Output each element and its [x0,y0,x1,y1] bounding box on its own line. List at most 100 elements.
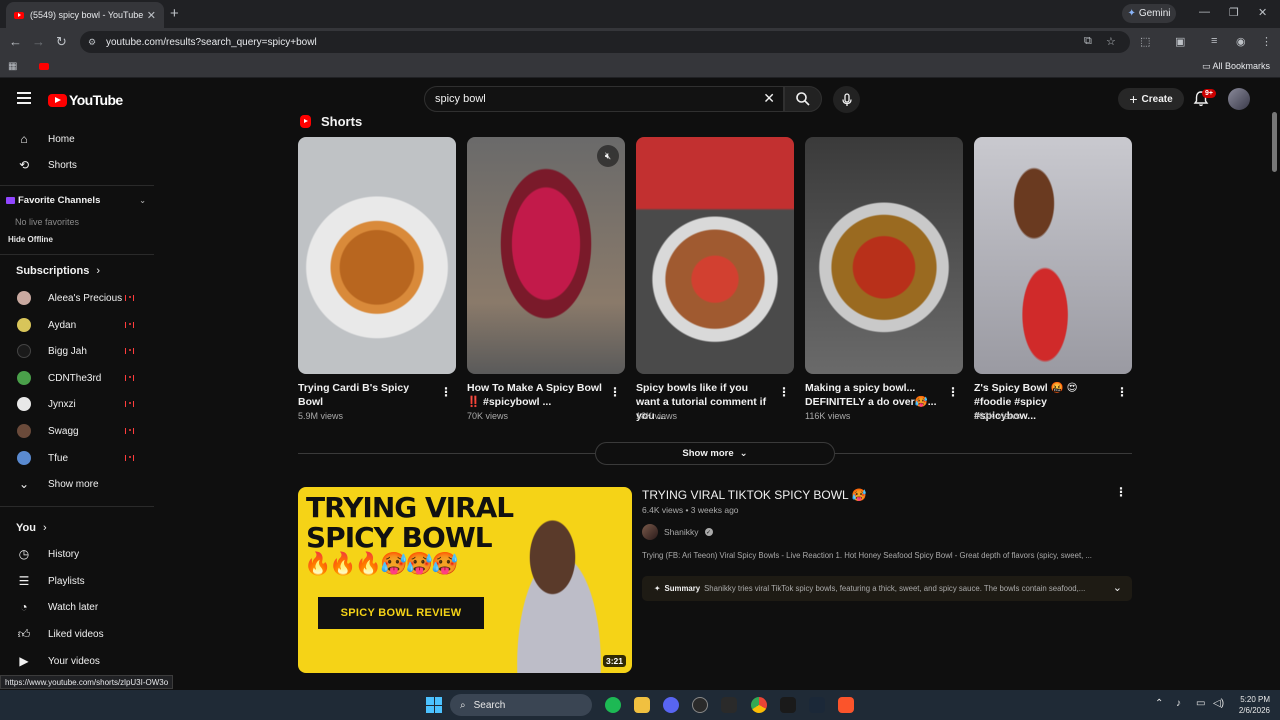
more-options-icon[interactable]: ⋮ [1116,385,1128,399]
subscriptions-heading[interactable]: Subscriptions › [16,265,100,277]
taskbar-clock[interactable]: 5:20 PM 2/6/2026 [1228,694,1270,716]
taskbar-search[interactable]: ⌕ Search [450,694,592,716]
tray-chevron-icon[interactable]: ⌃ [1155,698,1163,709]
more-options-icon[interactable]: ⋮ [440,385,452,399]
scrollbar[interactable] [1270,98,1278,690]
sidebar-item-your-videos[interactable]: ▶ Your videos [0,648,154,674]
mute-button[interactable]: 🔇︎ [597,145,619,167]
gemini-button[interactable]: ✦ Gemini [1122,4,1176,23]
voice-search-button[interactable] [833,86,860,113]
shorts-show-more-button[interactable]: Show more ⌄ [595,442,835,465]
chrome-icon[interactable] [751,697,767,713]
browser-tab[interactable]: (5549) spicy bowl - YouTube ✕ [6,2,164,28]
file-explorer-icon[interactable] [634,697,650,713]
short-title[interactable]: Making a spicy bowl... DEFINITELY a do o… [805,381,941,409]
verified-icon: ✓ [704,528,713,536]
sidebar-item-playlists[interactable]: ☰ Playlists [0,568,154,594]
account-avatar[interactable] [1228,88,1250,110]
short-thumbnail[interactable] [974,137,1132,374]
discord-icon[interactable] [663,697,679,713]
short-title[interactable]: How To Make A Spicy Bowl ‼️ #spicybowl .… [467,381,603,409]
favorite-channels-header[interactable]: Favorite Channels ⌄ [6,195,146,206]
steam-icon[interactable] [809,697,825,713]
sidebar-item-subscription[interactable]: Aydan [0,312,154,338]
profile-icon[interactable]: ◉ [1236,35,1246,48]
you-heading[interactable]: You › [16,522,47,534]
app-icon[interactable] [692,697,708,713]
minimize-icon[interactable]: — [1199,6,1210,18]
forward-icon[interactable]: → [32,34,45,49]
close-tab-icon[interactable]: ✕ [147,9,156,22]
sidebar-item-home[interactable]: ⌂ Home [0,126,154,152]
install-icon[interactable]: ⧉ [1084,35,1092,48]
short-card[interactable]: Making a spicy bowl... DEFINITELY a do o… [805,137,963,421]
app-icon[interactable] [780,697,796,713]
sidebar-item-shorts[interactable]: ⟲ Shorts [0,152,154,178]
clear-search-icon[interactable]: ✕ [763,90,775,107]
more-options-icon[interactable]: ⋮ [778,385,790,399]
sidebar-item-subscription[interactable]: Aleea's Precious ... [0,285,154,311]
sidebar-item-watch-later[interactable]: ◔ Watch later [0,594,154,620]
channel-avatar[interactable] [642,524,658,540]
youtube-logo[interactable]: YouTube [48,92,123,108]
search-button[interactable] [784,86,822,112]
video-thumbnail[interactable]: TRYING VIRAL SPICY BOWL 🔥🔥🔥🥵🥵🥵 SPICY BOW… [298,487,632,673]
short-thumbnail[interactable]: 🔇︎ [467,137,625,374]
chrome-menu-icon[interactable]: ⋮ [1261,35,1272,48]
new-tab-button[interactable]: + [170,5,179,22]
short-title[interactable]: Trying Cardi B's Spicy Bowl [298,381,434,409]
back-icon[interactable]: ← [9,34,22,49]
extensions-icon[interactable]: ⬚ [1140,35,1150,48]
sidebar-item-subscription[interactable]: Bigg Jah [0,338,154,364]
bookmark-star-icon[interactable]: ☆ [1106,35,1116,48]
epic-games-icon[interactable] [721,697,737,713]
network-icon[interactable]: ▭ [1196,698,1205,709]
short-card[interactable]: Spicy bowls like if you want a tutorial … [636,137,794,422]
youtube-bookmark-icon[interactable] [39,63,49,70]
more-options-icon[interactable]: ⋮ [947,385,959,399]
sidebar-item-subscription[interactable]: CDNThe3rd [0,365,154,391]
brave-icon[interactable] [838,697,854,713]
close-window-icon[interactable]: ✕ [1258,6,1267,19]
url-text: youtube.com/results?search_query=spicy+b… [106,36,317,48]
menu-icon[interactable] [17,92,31,104]
short-card[interactable]: Z's Spicy Bowl 🤬 😍 #foodie #spicy #spicy… [974,137,1132,422]
tray-app-icon[interactable]: ♪ [1176,698,1181,709]
browser-toolbar: ← → ↻ ⚙ youtube.com/results?search_query… [0,28,1280,56]
short-card[interactable]: Trying Cardi B's Spicy Bowl 5.9M views ⋮ [298,137,456,421]
restore-icon[interactable]: ❐ [1229,6,1239,19]
all-bookmarks-button[interactable]: ▭ All Bookmarks [1202,61,1270,72]
short-thumbnail[interactable] [636,137,794,374]
chevron-down-icon[interactable]: ⌄ [1113,581,1122,594]
media-icon[interactable]: ≡ [1211,35,1217,47]
channel-link[interactable]: Shanikky ✓ [642,524,713,540]
reload-icon[interactable]: ↻ [56,34,67,50]
video-title[interactable]: TRYING VIRAL TIKTOK SPICY BOWL 🥵 [642,488,867,502]
more-options-icon[interactable]: ⋮ [1115,485,1127,499]
site-info-icon[interactable]: ⚙ [88,37,98,47]
sidebar-item-subscription[interactable]: Tfue [0,445,154,471]
avatar [17,397,31,411]
sidebar-item-history[interactable]: ◷ History [0,541,154,567]
hide-offline-button[interactable]: Hide Offline [8,235,53,244]
spotify-icon[interactable] [605,697,621,713]
short-thumbnail[interactable] [298,137,456,374]
channel-name[interactable]: Shanikky [664,527,699,537]
short-card[interactable]: 🔇︎ How To Make A Spicy Bowl ‼️ #spicybow… [467,137,625,421]
apps-grid-icon[interactable]: ▦ [8,61,17,72]
search-input[interactable]: spicy bowl ✕ [424,86,784,112]
sidebar-item-liked-videos[interactable]: 👍︎ Liked videos [0,621,154,647]
sidebar-show-more[interactable]: ⌄ Show more [0,471,154,497]
short-thumbnail[interactable] [805,137,963,374]
windows-start-icon[interactable] [426,697,442,713]
ai-summary[interactable]: ✦ Summary Shanikky tries viral TikTok sp… [642,576,1132,601]
volume-icon[interactable]: ◁) [1213,698,1224,709]
sidepanel-icon[interactable]: ▣ [1175,35,1185,48]
more-options-icon[interactable]: ⋮ [609,385,621,399]
sidebar-item-subscription[interactable]: Jynxzi [0,391,154,417]
create-button[interactable]: + Create [1118,88,1184,110]
sidebar-item-subscription[interactable]: Swagg [0,418,154,444]
scrollbar-thumb[interactable] [1272,112,1277,172]
sidebar-item-label: Playlists [48,575,85,587]
address-bar[interactable]: ⚙ youtube.com/results?search_query=spicy… [80,31,1130,53]
